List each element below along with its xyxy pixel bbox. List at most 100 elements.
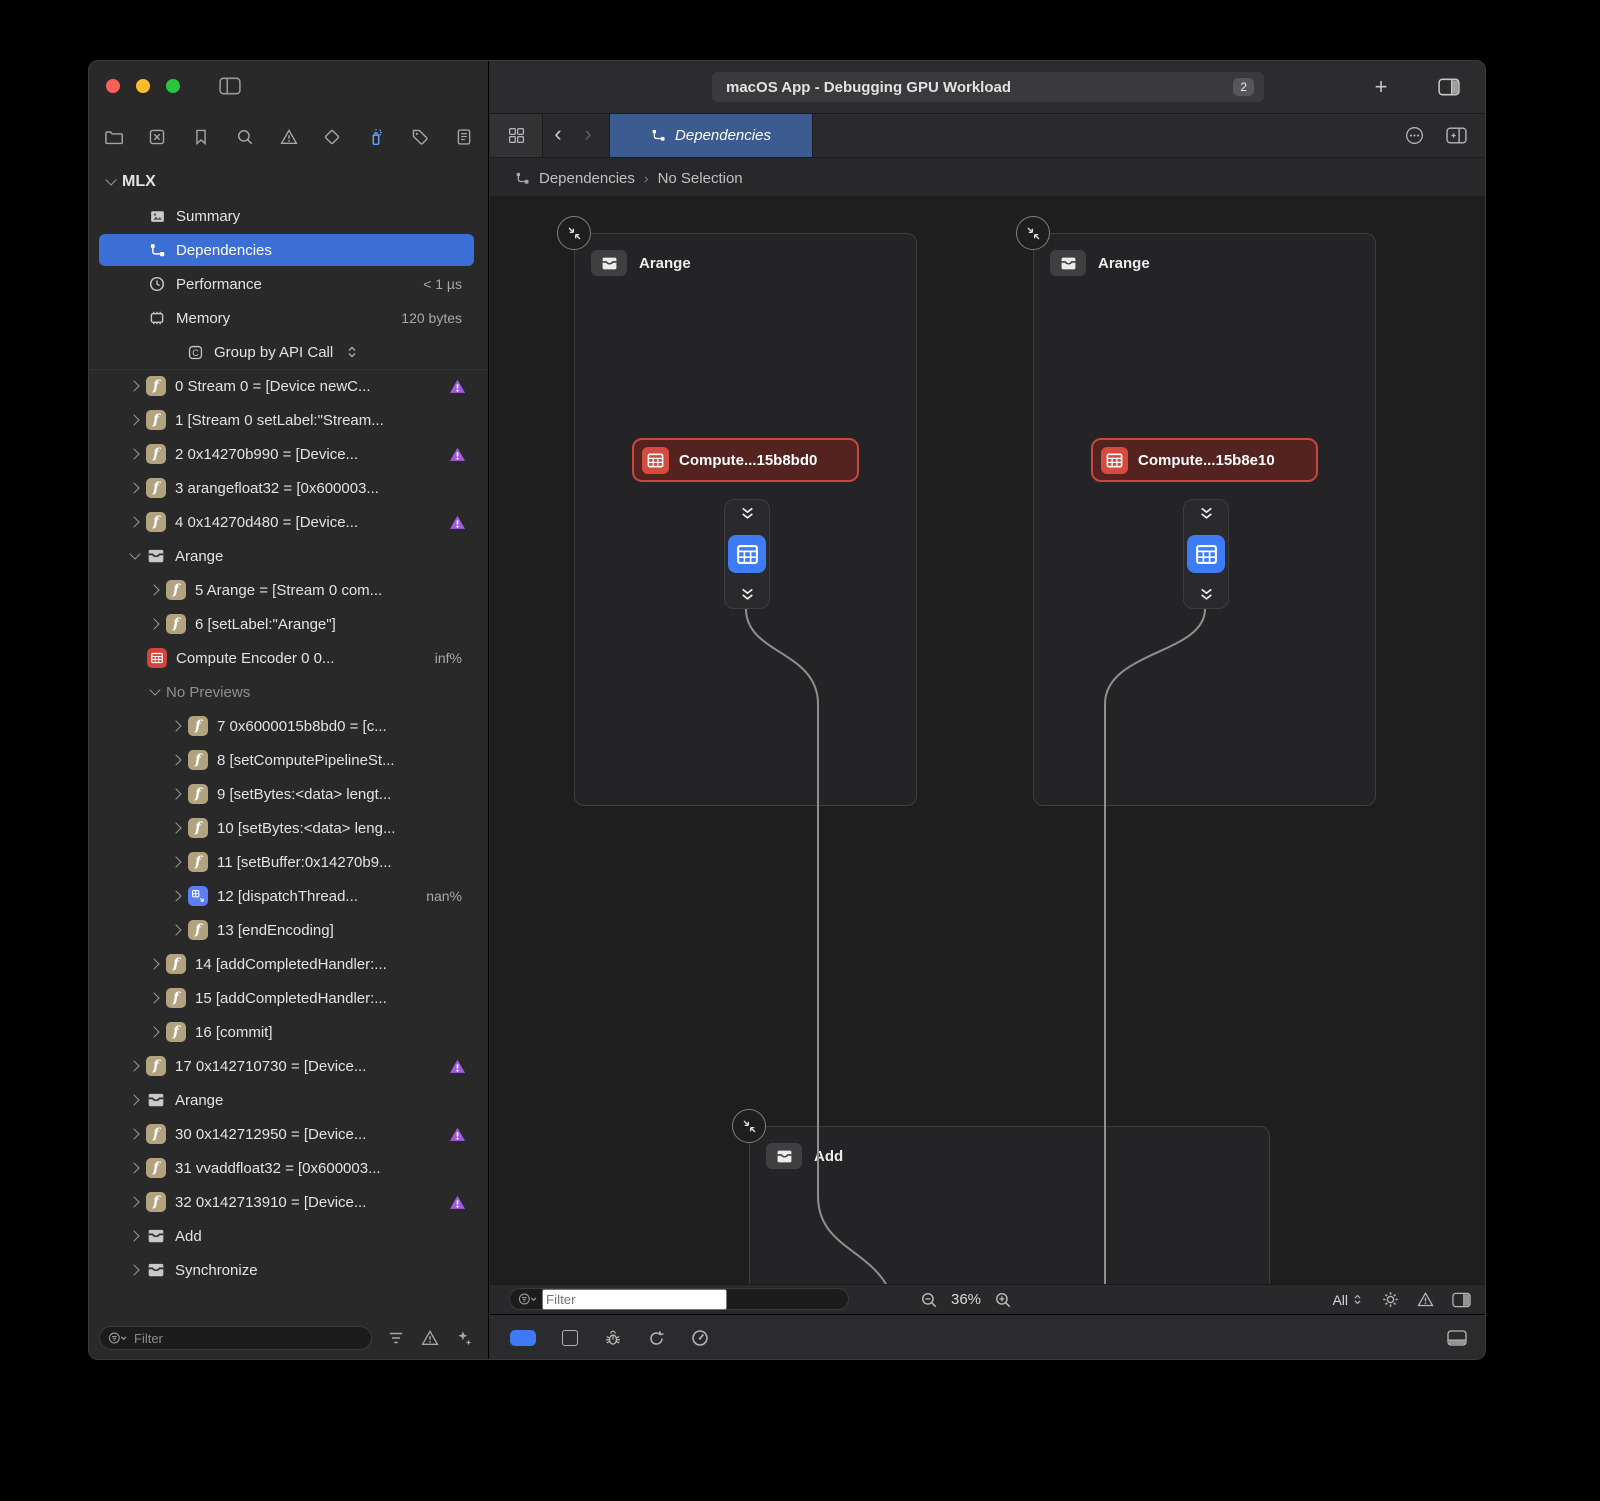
compute-encoder-node[interactable]: Compute...15b8bd0 [632, 438, 859, 482]
disclosure-chevron[interactable] [127, 1062, 143, 1070]
bug-icon[interactable] [604, 1329, 622, 1347]
sidebar-row-memory[interactable]: Memory120 bytes [89, 301, 488, 335]
close-square-icon[interactable] [146, 126, 168, 148]
toggle-debug-panel-icon[interactable] [1447, 1330, 1467, 1346]
disclosure-chevron[interactable] [169, 824, 185, 832]
sidebar-row-5-arange-stream-0-com[interactable]: f5 Arange = [Stream 0 com... [89, 573, 488, 607]
sidebar-row-17-0x142710730-device[interactable]: f17 0x142710730 = [Device... [89, 1049, 488, 1083]
sidebar-row-compute-encoder-0-0[interactable]: Compute Encoder 0 0...inf% [89, 641, 488, 675]
disclosure-chevron[interactable] [103, 180, 119, 184]
performance-gauge-icon[interactable] [691, 1329, 709, 1347]
sidebar-row-30-0x142712950-device[interactable]: f30 0x142712950 = [Device... [89, 1117, 488, 1151]
issues-icon[interactable] [278, 126, 300, 148]
disclosure-chevron[interactable] [127, 1198, 143, 1206]
sidebar-row-dependencies[interactable]: Dependencies [89, 233, 488, 267]
sidebar-row-performance[interactable]: Performance< 1 µs [89, 267, 488, 301]
disclosure-chevron[interactable] [147, 960, 163, 968]
settings-gear-icon[interactable] [1382, 1291, 1399, 1308]
zoom-in-icon[interactable] [994, 1291, 1012, 1309]
sidebar-row-13-endencoding[interactable]: f13 [endEncoding] [89, 913, 488, 947]
magic-icon[interactable] [454, 1328, 474, 1348]
compute-encoder-node[interactable]: Compute...15b8e10 [1091, 438, 1318, 482]
canvas-filter-input[interactable] [542, 1289, 727, 1310]
sidebar-row-32-0x142713910-device[interactable]: f32 0x142713910 = [Device... [89, 1185, 488, 1219]
new-tab-button[interactable]: + [1366, 73, 1396, 101]
more-options-icon[interactable] [1405, 126, 1424, 145]
disclosure-chevron[interactable] [127, 1130, 143, 1138]
disclosure-chevron[interactable] [127, 450, 143, 458]
collapse-group-button[interactable] [732, 1109, 766, 1143]
sidebar-row-16-commit[interactable]: f16 [commit] [89, 1015, 488, 1049]
matrix-buffer-icon[interactable] [728, 535, 766, 573]
folder-icon[interactable] [102, 126, 124, 148]
command-buffer-group-arange-2[interactable]: Arange Compute...15b8e10 [1033, 233, 1376, 806]
close-window-button[interactable] [106, 79, 120, 93]
sidebar-row-8-setcomputepipelinest[interactable]: f8 [setComputePipelineSt... [89, 743, 488, 777]
sidebar-filter-field[interactable] [99, 1326, 372, 1350]
sidebar-row-arange[interactable]: Arange [89, 539, 488, 573]
debug-area-toggle[interactable] [510, 1330, 536, 1346]
sidebar-row-15-addcompletedhandler[interactable]: f15 [addCompletedHandler:... [89, 981, 488, 1015]
disclosure-chevron[interactable] [127, 518, 143, 526]
disclosure-chevron[interactable] [127, 416, 143, 424]
disclosure-chevron[interactable] [127, 554, 143, 558]
collapse-group-button[interactable] [557, 216, 591, 250]
sidebar-row-12-dispatchthread[interactable]: 12 [dispatchThread...nan% [89, 879, 488, 913]
sidebar-row-1-stream-0-setlabel-stream[interactable]: f1 [Stream 0 setLabel:"Stream... [89, 403, 488, 437]
disclosure-chevron[interactable] [127, 1266, 143, 1274]
disclosure-chevron[interactable] [169, 756, 185, 764]
refresh-icon[interactable] [648, 1330, 665, 1347]
report-icon[interactable] [453, 126, 475, 148]
disclosure-chevron[interactable] [147, 994, 163, 1002]
group-by-stepper[interactable] [345, 345, 359, 359]
breakpoint-icon[interactable] [321, 126, 343, 148]
command-buffer-group-arange-1[interactable]: Arange Compute...15b8bd0 [574, 233, 917, 806]
double-chevron-icon[interactable] [1199, 507, 1214, 520]
command-buffer-group-add[interactable]: Add [749, 1126, 1270, 1284]
search-icon[interactable] [234, 126, 256, 148]
disclosure-chevron[interactable] [169, 722, 185, 730]
double-chevron-icon[interactable] [740, 507, 755, 520]
resource-preview-widget[interactable] [724, 499, 770, 609]
canvas-filter-field[interactable] [509, 1288, 849, 1310]
disclosure-chevron[interactable] [147, 586, 163, 594]
disclosure-chevron[interactable] [147, 1028, 163, 1036]
sidebar-row-4-0x14270d480-device[interactable]: f4 0x14270d480 = [Device... [89, 505, 488, 539]
double-chevron-icon[interactable] [1199, 588, 1214, 601]
resource-preview-widget[interactable] [1183, 499, 1229, 609]
sidebar-row-group-by-api-call[interactable]: CGroup by API Call [89, 335, 488, 369]
sidebar-row-6-setlabel-arange[interactable]: f6 [setLabel:"Arange"] [89, 607, 488, 641]
collapse-group-button[interactable] [1016, 216, 1050, 250]
sidebar-row-10-setbytes-data-leng[interactable]: f10 [setBytes:<data> leng... [89, 811, 488, 845]
breadcrumb-selection[interactable]: No Selection [658, 170, 743, 187]
disclosure-chevron[interactable] [127, 484, 143, 492]
sidebar-row-add[interactable]: Add [89, 1219, 488, 1253]
sidebar-row-mlx[interactable]: MLX [89, 165, 488, 199]
sidebar-filter-input[interactable] [132, 1330, 363, 1347]
disclosure-chevron[interactable] [127, 1232, 143, 1240]
back-button[interactable]: ‹ [543, 114, 573, 157]
disclosure-chevron[interactable] [147, 690, 163, 694]
sidebar-row-synchronize[interactable]: Synchronize [89, 1253, 488, 1287]
zoom-window-button[interactable] [166, 79, 180, 93]
sidebar-row-no-previews[interactable]: No Previews [89, 675, 488, 709]
sidebar-row-summary[interactable]: Summary [89, 199, 488, 233]
add-editor-icon[interactable] [1446, 127, 1467, 144]
sidebar-row-9-setbytes-data-lengt[interactable]: f9 [setBytes:<data> lengt... [89, 777, 488, 811]
toggle-inspector-icon[interactable] [1434, 73, 1464, 101]
toggle-panel-icon[interactable] [1452, 1292, 1471, 1308]
tab-overview-icon[interactable] [490, 114, 543, 157]
sidebar-row-arange[interactable]: Arange [89, 1083, 488, 1117]
issues-icon[interactable] [1417, 1291, 1434, 1308]
disclosure-chevron[interactable] [127, 1096, 143, 1104]
sidebar-row-14-addcompletedhandler[interactable]: f14 [addCompletedHandler:... [89, 947, 488, 981]
disclosure-chevron[interactable] [169, 926, 185, 934]
scope-lines-icon[interactable] [386, 1328, 406, 1348]
sidebar-row-0-stream-0-device-newc[interactable]: f0 Stream 0 = [Device newC... [89, 369, 488, 403]
disclosure-chevron[interactable] [127, 1164, 143, 1172]
metal-capture-icon[interactable] [365, 126, 387, 148]
scope-dropdown[interactable]: All [1332, 1292, 1364, 1308]
toggle-sidebar-icon[interactable] [217, 74, 243, 98]
sidebar-row-11-setbuffer-0x14270b9[interactable]: f11 [setBuffer:0x14270b9... [89, 845, 488, 879]
sidebar-row-7-0x6000015b8bd0-c[interactable]: f7 0x6000015b8bd0 = [c... [89, 709, 488, 743]
